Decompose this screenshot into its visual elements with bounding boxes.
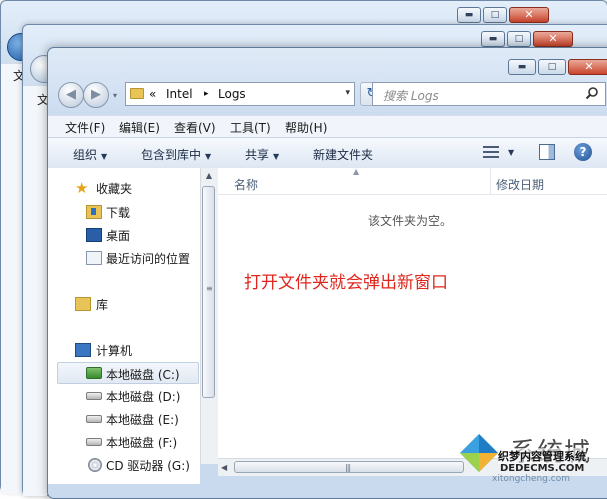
window-controls: ▬ □ ✕ <box>508 59 607 75</box>
file-list[interactable]: ▲ 名称 修改日期 该文件夹为空。 打开文件夹就会弹出新窗口 <box>218 167 607 458</box>
close-button[interactable]: ✕ <box>533 31 573 47</box>
command-bar: 组织 ▼ 包含到库中 ▼ 共享 ▼ 新建文件夹 ▼ ? <box>48 137 607 169</box>
view-dropdown-icon[interactable]: ▼ <box>508 148 514 157</box>
cd-drive-icon <box>88 458 102 472</box>
breadcrumb-logs[interactable]: Logs <box>218 87 246 101</box>
help-icon[interactable]: ? <box>574 143 592 161</box>
computer-icon <box>75 343 91 357</box>
nav-item-favorites[interactable]: ★ 收藏夹 <box>48 178 198 198</box>
nav-item-drive-c[interactable]: 本地磁盘 (C:) <box>57 362 199 384</box>
star-icon: ★ <box>75 179 89 197</box>
scroll-up-icon[interactable]: ▲ <box>201 168 217 184</box>
background-window-1-pane <box>1 63 23 494</box>
include-in-library-button[interactable]: 包含到库中 ▼ <box>141 146 211 163</box>
minimize-button[interactable]: ▬ <box>481 31 505 47</box>
new-folder-button[interactable]: 新建文件夹 <box>313 146 373 163</box>
menu-tools[interactable]: 工具(T) <box>230 119 271 136</box>
background-window-2-controls: ▬ □ ✕ <box>481 31 573 47</box>
column-date-modified[interactable]: 修改日期 <box>496 176 544 193</box>
system-drive-icon <box>86 367 102 379</box>
nav-item-cd-drive[interactable]: CD 驱动器 (G:) <box>48 455 198 475</box>
menu-edit[interactable]: 编辑(E) <box>119 119 160 136</box>
forward-button[interactable]: ▶ <box>83 82 109 108</box>
folder-icon <box>130 88 144 99</box>
downloads-folder-icon <box>86 205 102 219</box>
back-arrow-icon: ◀ <box>66 87 76 102</box>
nav-item-desktop[interactable]: 桌面 <box>48 225 198 245</box>
breadcrumb-overflow[interactable]: « <box>149 87 156 101</box>
nav-item-recent-places[interactable]: 最近访问的位置 <box>48 248 198 268</box>
background-window-1-controls: ▬ □ ✕ <box>457 7 549 23</box>
scroll-grip-icon: ||| <box>345 463 351 472</box>
breadcrumb-separator-icon[interactable]: ▸ <box>204 89 209 99</box>
library-icon <box>75 297 91 311</box>
nav-item-computer[interactable]: 计算机 <box>48 340 198 360</box>
hard-drive-icon <box>86 392 102 400</box>
nav-item-drive-e[interactable]: 本地磁盘 (E:) <box>48 409 198 429</box>
watermark-line-2: DEDECMS.COM <box>500 463 585 474</box>
menu-file[interactable]: 文件(F) <box>65 119 105 136</box>
nav-item-drive-f[interactable]: 本地磁盘 (F:) <box>48 432 198 452</box>
preview-pane-icon[interactable] <box>539 144 555 160</box>
search-icon[interactable] <box>585 86 599 100</box>
scroll-grip-icon: ≡ <box>206 284 213 293</box>
maximize-button[interactable]: □ <box>538 59 566 75</box>
watermark-logo-icon <box>460 434 498 472</box>
menu-help[interactable]: 帮助(H) <box>285 119 327 136</box>
annotation-text: 打开文件夹就会弹出新窗口 <box>244 273 448 293</box>
organize-button[interactable]: 组织 ▼ <box>73 146 107 163</box>
column-name[interactable]: 名称 <box>234 176 258 193</box>
maximize-button[interactable]: □ <box>507 31 531 47</box>
chevron-down-icon: ▼ <box>205 152 212 161</box>
back-button[interactable]: ◀ <box>58 82 84 108</box>
scroll-left-icon[interactable]: ◀ <box>221 459 227 476</box>
menu-bar: 文件(F) 编辑(E) 查看(V) 工具(T) 帮助(H) <box>48 115 607 138</box>
forward-arrow-icon: ▶ <box>91 87 101 102</box>
sort-ascending-icon: ▲ <box>353 167 360 176</box>
empty-folder-message: 该文件夹为空。 <box>368 214 453 228</box>
desktop-icon <box>86 228 102 242</box>
watermark: 系统城 织梦内容管理系统 DEDECMS.COM xitongcheng.com <box>452 426 607 488</box>
nav-item-downloads[interactable]: 下载 <box>48 202 198 222</box>
chevron-down-icon: ▼ <box>101 152 108 161</box>
nav-item-drive-d[interactable]: 本地磁盘 (D:) <box>48 386 198 406</box>
minimize-button[interactable]: ▬ <box>508 59 536 75</box>
breadcrumb-intel[interactable]: Intel <box>166 87 193 101</box>
hard-drive-icon <box>86 415 102 423</box>
navigation-bar: ◀ ▶ ▾ « Intel ▸ Logs ▾ ↻ 搜索 Logs <box>58 81 607 111</box>
close-button[interactable]: ✕ <box>509 7 549 23</box>
horizontal-scroll-thumb[interactable]: ||| <box>234 461 464 473</box>
watermark-line-1: 织梦内容管理系统 <box>498 448 586 464</box>
address-dropdown-icon[interactable]: ▾ <box>345 88 350 98</box>
navigation-pane: ★ 收藏夹 下载 桌面 最近访问的位置 库 计算机 本地磁盘 (C:) 本地磁盘… <box>48 168 200 484</box>
hard-drive-icon <box>86 438 102 446</box>
search-input[interactable]: 搜索 Logs <box>372 82 606 106</box>
search-placeholder: 搜索 Logs <box>383 89 439 103</box>
address-bar[interactable]: « Intel ▸ Logs ▾ <box>125 82 355 106</box>
chevron-down-icon: ▼ <box>273 152 280 161</box>
nav-item-libraries[interactable]: 库 <box>48 294 198 314</box>
recent-pages-dropdown[interactable]: ▾ <box>113 91 117 100</box>
share-button[interactable]: 共享 ▼ <box>245 146 279 163</box>
view-options-icon[interactable] <box>483 145 499 159</box>
column-divider[interactable] <box>490 168 491 194</box>
menu-view[interactable]: 查看(V) <box>174 119 216 136</box>
minimize-button[interactable]: ▬ <box>457 7 481 23</box>
vertical-scrollbar[interactable]: ▲ ≡ <box>200 168 218 464</box>
close-button[interactable]: ✕ <box>568 59 607 75</box>
vertical-scroll-thumb[interactable]: ≡ <box>202 186 215 398</box>
background-window-2-pane <box>23 85 47 496</box>
recent-places-icon <box>86 251 102 265</box>
column-header: ▲ 名称 修改日期 <box>218 167 607 195</box>
maximize-button[interactable]: □ <box>483 7 507 23</box>
